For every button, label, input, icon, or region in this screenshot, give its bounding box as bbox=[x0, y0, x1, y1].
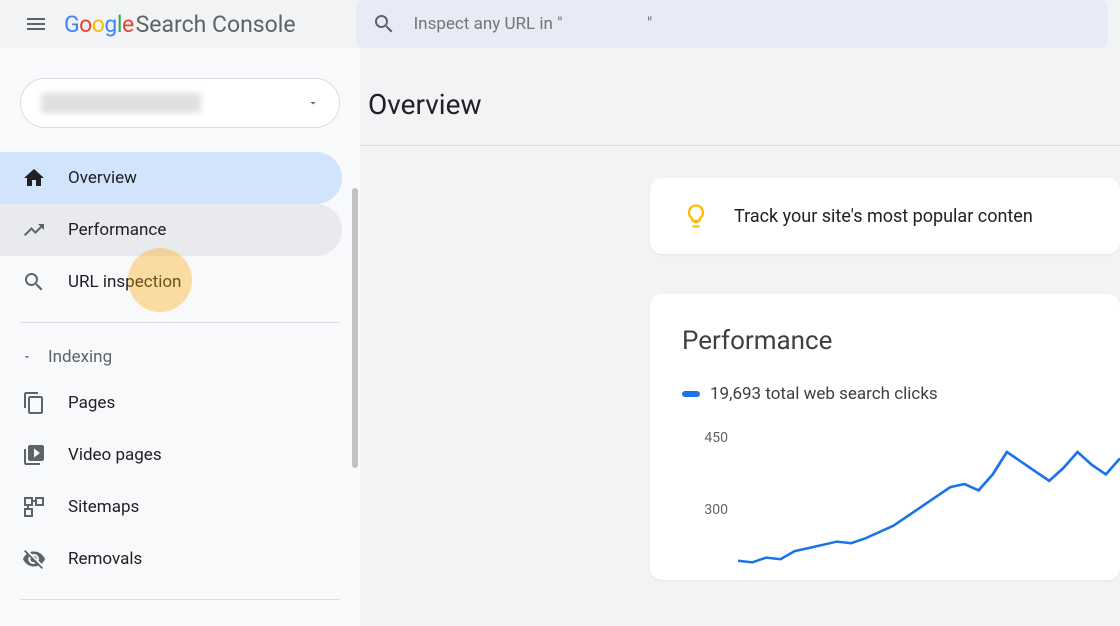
home-icon bbox=[22, 166, 46, 190]
search-icon bbox=[22, 270, 46, 294]
nav-label: Video pages bbox=[68, 445, 162, 465]
divider bbox=[20, 322, 340, 323]
performance-card: Performance 19,693 total web search clic… bbox=[650, 294, 1120, 580]
logo: Google Search Console bbox=[64, 11, 296, 38]
nav-label: URL inspection bbox=[68, 272, 181, 292]
line-chart bbox=[738, 420, 1120, 580]
nav-label: Overview bbox=[68, 168, 137, 188]
video-pages-icon bbox=[22, 443, 46, 467]
nav-sitemaps[interactable]: Sitemaps bbox=[0, 481, 342, 533]
property-name-redacted bbox=[41, 93, 201, 113]
sidebar: Overview Performance URL inspection Inde… bbox=[0, 48, 360, 626]
search-input[interactable] bbox=[414, 14, 1092, 34]
nav-performance[interactable]: Performance bbox=[0, 204, 342, 256]
nav-label: Pages bbox=[68, 393, 115, 413]
nav-pages[interactable]: Pages bbox=[0, 377, 342, 429]
lightbulb-icon bbox=[682, 202, 710, 230]
sitemap-icon bbox=[22, 495, 46, 519]
insight-card[interactable]: Track your site's most popular conten bbox=[650, 178, 1120, 254]
chart-legend: 19,693 total web search clicks bbox=[682, 384, 1120, 404]
product-name: Search Console bbox=[136, 11, 296, 38]
property-selector[interactable] bbox=[20, 78, 340, 128]
nav-removals[interactable]: Removals bbox=[0, 533, 342, 585]
trending-icon bbox=[22, 218, 46, 242]
y-tick-label: 300 bbox=[688, 502, 728, 518]
main-content: Overview Track your site's most popular … bbox=[360, 48, 1120, 626]
caret-down-icon bbox=[22, 352, 32, 362]
section-indexing[interactable]: Indexing bbox=[0, 337, 360, 377]
legend-text: 19,693 total web search clicks bbox=[710, 384, 938, 404]
chart: 450 300 bbox=[682, 420, 1120, 580]
section-label: Indexing bbox=[48, 347, 112, 367]
nav-label: Sitemaps bbox=[68, 497, 139, 517]
performance-title: Performance bbox=[682, 326, 1120, 356]
url-inspect-search[interactable] bbox=[356, 0, 1108, 48]
search-icon bbox=[372, 12, 396, 36]
chevron-down-icon bbox=[307, 97, 319, 109]
pages-icon bbox=[22, 391, 46, 415]
nav-overview[interactable]: Overview bbox=[0, 152, 342, 204]
hamburger-icon bbox=[24, 12, 48, 36]
nav-label: Performance bbox=[68, 220, 166, 240]
divider bbox=[20, 599, 340, 600]
nav-label: Removals bbox=[68, 549, 142, 569]
nav-url-inspection[interactable]: URL inspection bbox=[0, 256, 342, 308]
menu-button[interactable] bbox=[12, 0, 60, 48]
insight-text: Track your site's most popular conten bbox=[734, 206, 1033, 227]
nav-video-pages[interactable]: Video pages bbox=[0, 429, 342, 481]
y-tick-label: 450 bbox=[688, 430, 728, 446]
legend-swatch bbox=[682, 391, 700, 397]
scrollbar[interactable] bbox=[352, 188, 358, 626]
page-title: Overview bbox=[360, 48, 1120, 146]
visibility-off-icon bbox=[22, 547, 46, 571]
